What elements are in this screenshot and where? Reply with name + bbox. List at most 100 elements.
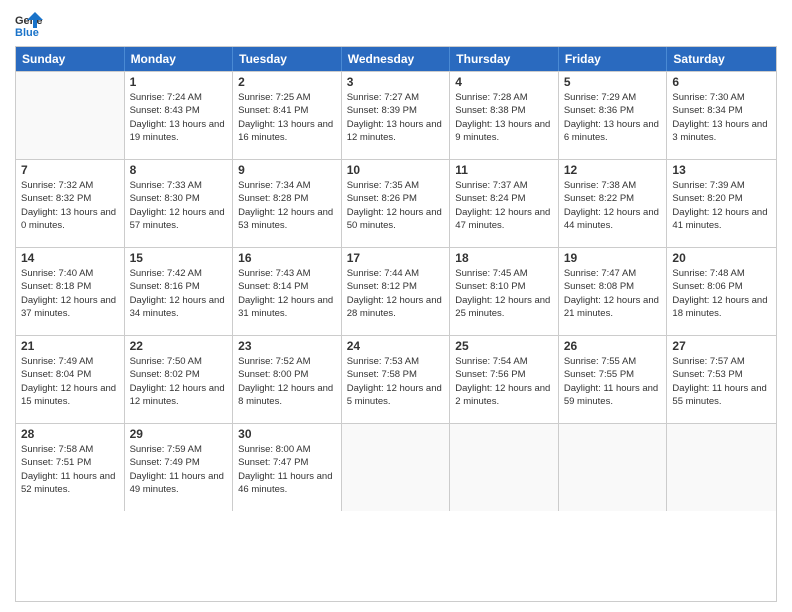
cal-cell-empty-4-5 <box>559 424 668 511</box>
week-row-0: 1 Sunrise: 7:24 AMSunset: 8:43 PMDaylight… <box>16 71 776 159</box>
cal-cell-28-4-0: 28 Sunrise: 7:58 AMSunset: 7:51 PMDayligh… <box>16 424 125 511</box>
cal-cell-20-2-6: 20 Sunrise: 7:48 AMSunset: 8:06 PMDayligh… <box>667 248 776 335</box>
day-number: 27 <box>672 339 771 353</box>
day-info: Sunrise: 7:28 AMSunset: 8:38 PMDaylight:… <box>455 91 553 144</box>
cal-cell-10-1-3: 10 Sunrise: 7:35 AMSunset: 8:26 PMDayligh… <box>342 160 451 247</box>
page: General Blue SundayMondayTuesdayWednesda… <box>0 0 792 612</box>
day-info: Sunrise: 7:38 AMSunset: 8:22 PMDaylight:… <box>564 179 662 232</box>
day-number: 2 <box>238 75 336 89</box>
cal-cell-14-2-0: 14Sunrise: 7:40 AMSunset: 8:18 PMDayligh… <box>16 248 125 335</box>
day-of-week-saturday: Saturday <box>667 47 776 71</box>
cal-cell-4-0-4: 4Sunrise: 7:28 AMSunset: 8:38 PMDaylight… <box>450 72 559 159</box>
cal-cell-22-3-1: 22 Sunrise: 7:50 AMSunset: 8:02 PMDayligh… <box>125 336 234 423</box>
day-number: 6 <box>672 75 771 89</box>
day-info: Sunrise: 7:37 AMSunset: 8:24 PMDaylight:… <box>455 179 553 232</box>
day-number: 24 <box>347 339 445 353</box>
day-number: 11 <box>455 163 553 177</box>
day-info: Sunrise: 7:43 AMSunset: 8:14 PMDaylight:… <box>238 267 336 320</box>
cal-cell-26-3-5: 26 Sunrise: 7:55 AMSunset: 7:55 PMDayligh… <box>559 336 668 423</box>
cal-cell-empty-4-6 <box>667 424 776 511</box>
calendar: SundayMondayTuesdayWednesdayThursdayFrid… <box>15 46 777 602</box>
day-info: Sunrise: 7:47 AMSunset: 8:08 PMDaylight:… <box>564 267 662 320</box>
cal-cell-12-1-5: 12 Sunrise: 7:38 AMSunset: 8:22 PMDayligh… <box>559 160 668 247</box>
cal-cell-18-2-4: 18 Sunrise: 7:45 AMSunset: 8:10 PMDayligh… <box>450 248 559 335</box>
day-info: Sunrise: 7:33 AMSunset: 8:30 PMDaylight:… <box>130 179 228 232</box>
day-number: 22 <box>130 339 228 353</box>
cal-cell-empty-4-4 <box>450 424 559 511</box>
cal-cell-9-1-2: 9 Sunrise: 7:34 AMSunset: 8:28 PMDaylight… <box>233 160 342 247</box>
cal-cell-6-0-6: 6 Sunrise: 7:30 AMSunset: 8:34 PMDaylight… <box>667 72 776 159</box>
day-info: Sunrise: 8:00 AMSunset: 7:47 PMDaylight:… <box>238 443 336 496</box>
day-info: Sunrise: 7:49 AMSunset: 8:04 PMDaylight:… <box>21 355 119 408</box>
day-number: 16 <box>238 251 336 265</box>
day-info: Sunrise: 7:39 AMSunset: 8:20 PMDaylight:… <box>672 179 771 232</box>
cal-cell-2-0-2: 2 Sunrise: 7:25 AMSunset: 8:41 PMDaylight… <box>233 72 342 159</box>
cal-cell-8-1-1: 8 Sunrise: 7:33 AMSunset: 8:30 PMDaylight… <box>125 160 234 247</box>
day-info: Sunrise: 7:44 AMSunset: 8:12 PMDaylight:… <box>347 267 445 320</box>
cal-cell-25-3-4: 25 Sunrise: 7:54 AMSunset: 7:56 PMDayligh… <box>450 336 559 423</box>
day-info: Sunrise: 7:58 AMSunset: 7:51 PMDaylight:… <box>21 443 119 496</box>
day-number: 9 <box>238 163 336 177</box>
day-info: Sunrise: 7:54 AMSunset: 7:56 PMDaylight:… <box>455 355 553 408</box>
day-number: 18 <box>455 251 553 265</box>
day-info: Sunrise: 7:25 AMSunset: 8:41 PMDaylight:… <box>238 91 336 144</box>
day-of-week-friday: Friday <box>559 47 668 71</box>
day-of-week-wednesday: Wednesday <box>342 47 451 71</box>
day-info: Sunrise: 7:52 AMSunset: 8:00 PMDaylight:… <box>238 355 336 408</box>
day-number: 28 <box>21 427 119 441</box>
week-row-3: 21Sunrise: 7:49 AMSunset: 8:04 PMDayligh… <box>16 335 776 423</box>
day-number: 29 <box>130 427 228 441</box>
cal-cell-23-3-2: 23Sunrise: 7:52 AMSunset: 8:00 PMDayligh… <box>233 336 342 423</box>
day-number: 8 <box>130 163 228 177</box>
day-number: 12 <box>564 163 662 177</box>
day-info: Sunrise: 7:50 AMSunset: 8:02 PMDaylight:… <box>130 355 228 408</box>
day-info: Sunrise: 7:30 AMSunset: 8:34 PMDaylight:… <box>672 91 771 144</box>
day-number: 10 <box>347 163 445 177</box>
day-number: 25 <box>455 339 553 353</box>
cal-cell-5-0-5: 5 Sunrise: 7:29 AMSunset: 8:36 PMDaylight… <box>559 72 668 159</box>
day-number: 26 <box>564 339 662 353</box>
day-info: Sunrise: 7:29 AMSunset: 8:36 PMDaylight:… <box>564 91 662 144</box>
cal-cell-11-1-4: 11 Sunrise: 7:37 AMSunset: 8:24 PMDayligh… <box>450 160 559 247</box>
day-info: Sunrise: 7:45 AMSunset: 8:10 PMDaylight:… <box>455 267 553 320</box>
calendar-body: 1 Sunrise: 7:24 AMSunset: 8:43 PMDaylight… <box>16 71 776 511</box>
week-row-1: 7Sunrise: 7:32 AMSunset: 8:32 PMDaylight… <box>16 159 776 247</box>
cal-cell-29-4-1: 29 Sunrise: 7:59 AMSunset: 7:49 PMDayligh… <box>125 424 234 511</box>
header: General Blue <box>15 10 777 38</box>
logo-icon: General Blue <box>15 10 43 38</box>
day-number: 30 <box>238 427 336 441</box>
cal-cell-3-0-3: 3Sunrise: 7:27 AMSunset: 8:39 PMDaylight… <box>342 72 451 159</box>
day-of-week-tuesday: Tuesday <box>233 47 342 71</box>
day-info: Sunrise: 7:55 AMSunset: 7:55 PMDaylight:… <box>564 355 662 408</box>
day-info: Sunrise: 7:57 AMSunset: 7:53 PMDaylight:… <box>672 355 771 408</box>
day-number: 20 <box>672 251 771 265</box>
day-number: 1 <box>130 75 228 89</box>
day-info: Sunrise: 7:24 AMSunset: 8:43 PMDaylight:… <box>130 91 228 144</box>
day-info: Sunrise: 7:48 AMSunset: 8:06 PMDaylight:… <box>672 267 771 320</box>
day-number: 15 <box>130 251 228 265</box>
day-info: Sunrise: 7:32 AMSunset: 8:32 PMDaylight:… <box>21 179 119 232</box>
day-info: Sunrise: 7:59 AMSunset: 7:49 PMDaylight:… <box>130 443 228 496</box>
calendar-header: SundayMondayTuesdayWednesdayThursdayFrid… <box>16 47 776 71</box>
cal-cell-empty-4-3 <box>342 424 451 511</box>
day-of-week-sunday: Sunday <box>16 47 125 71</box>
cal-cell-27-3-6: 27 Sunrise: 7:57 AMSunset: 7:53 PMDayligh… <box>667 336 776 423</box>
svg-text:Blue: Blue <box>15 27 39 38</box>
day-of-week-monday: Monday <box>125 47 234 71</box>
day-number: 5 <box>564 75 662 89</box>
day-info: Sunrise: 7:34 AMSunset: 8:28 PMDaylight:… <box>238 179 336 232</box>
day-info: Sunrise: 7:53 AMSunset: 7:58 PMDaylight:… <box>347 355 445 408</box>
cal-cell-19-2-5: 19 Sunrise: 7:47 AMSunset: 8:08 PMDayligh… <box>559 248 668 335</box>
day-number: 19 <box>564 251 662 265</box>
day-info: Sunrise: 7:42 AMSunset: 8:16 PMDaylight:… <box>130 267 228 320</box>
day-number: 14 <box>21 251 119 265</box>
cal-cell-13-1-6: 13Sunrise: 7:39 AMSunset: 8:20 PMDayligh… <box>667 160 776 247</box>
cal-cell-empty-0-0 <box>16 72 125 159</box>
day-info: Sunrise: 7:35 AMSunset: 8:26 PMDaylight:… <box>347 179 445 232</box>
day-of-week-thursday: Thursday <box>450 47 559 71</box>
cal-cell-24-3-3: 24 Sunrise: 7:53 AMSunset: 7:58 PMDayligh… <box>342 336 451 423</box>
cal-cell-15-2-1: 15 Sunrise: 7:42 AMSunset: 8:16 PMDayligh… <box>125 248 234 335</box>
cal-cell-30-4-2: 30 Sunrise: 8:00 AMSunset: 7:47 PMDayligh… <box>233 424 342 511</box>
cal-cell-1-0-1: 1 Sunrise: 7:24 AMSunset: 8:43 PMDaylight… <box>125 72 234 159</box>
week-row-4: 28 Sunrise: 7:58 AMSunset: 7:51 PMDayligh… <box>16 423 776 511</box>
